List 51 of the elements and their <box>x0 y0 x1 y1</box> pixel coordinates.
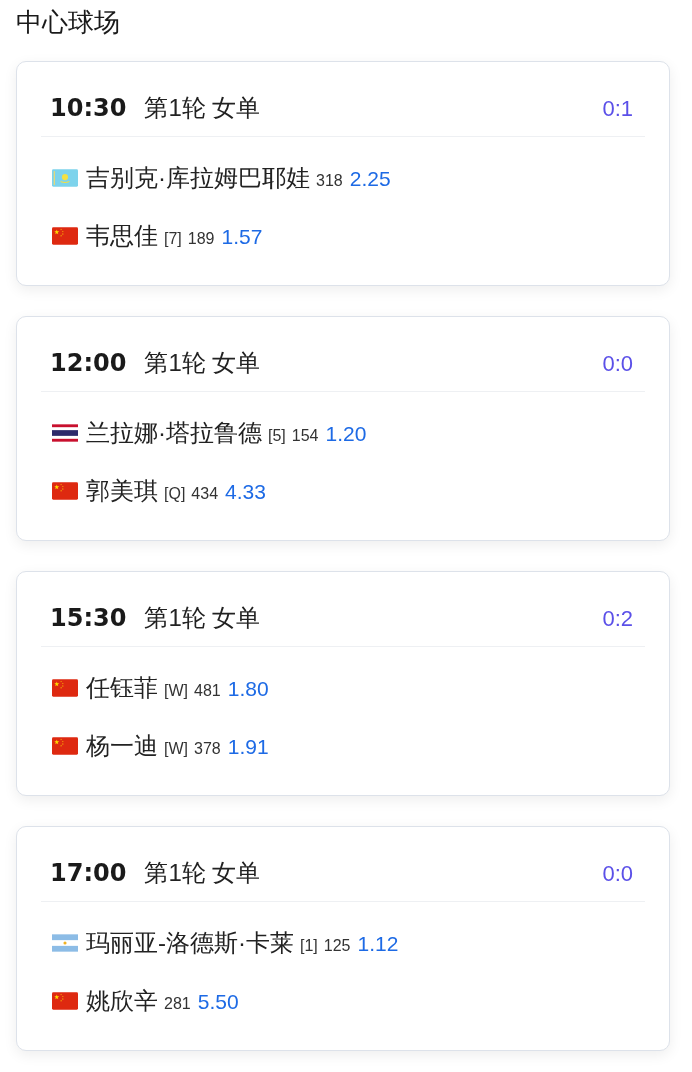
match-time: 15:30 <box>50 603 127 634</box>
seed-label: [1] <box>300 936 318 956</box>
ranking-label: 189 <box>187 229 215 249</box>
odds-label: 1.80 <box>227 676 269 702</box>
odds-label: 1.91 <box>227 734 269 760</box>
player-name: 兰拉娜·塔拉鲁德 <box>86 418 262 448</box>
seed-label: [5] <box>268 426 286 446</box>
seed-label: [Q] <box>164 484 186 504</box>
match-time: 10:30 <box>50 93 127 124</box>
seed-label: [W] <box>164 681 188 701</box>
ranking-label: 434 <box>191 484 219 504</box>
court-title: 中心球场 <box>16 5 120 39</box>
china-flag-icon <box>52 737 78 755</box>
score-label: 0:0 <box>602 859 633 888</box>
ranking-label: 281 <box>164 994 191 1014</box>
ranking-label: 318 <box>316 171 343 191</box>
score-label: 0:2 <box>602 604 633 633</box>
player-name: 吉别克·库拉姆巴耶娃 <box>86 163 310 193</box>
round-label: 第1轮 女单 <box>144 603 261 633</box>
round-label: 第1轮 女单 <box>144 93 261 123</box>
match-time: 12:00 <box>50 348 127 379</box>
odds-label: 1.12 <box>357 931 399 957</box>
ranking-label: 481 <box>194 681 221 701</box>
match-time: 17:00 <box>50 858 127 889</box>
ranking-label: 125 <box>323 936 351 956</box>
china-flag-icon <box>52 992 78 1010</box>
seed-label: [7] <box>164 229 182 249</box>
round-label: 第1轮 女单 <box>144 348 261 378</box>
score-label: 0:1 <box>602 94 633 123</box>
player-name: 玛丽亚-洛德斯·卡莱 <box>86 928 294 958</box>
player-name: 郭美琪 <box>86 476 158 506</box>
odds-label: 4.33 <box>225 479 266 505</box>
thailand-flag-icon <box>52 424 78 442</box>
china-flag-icon <box>52 227 78 245</box>
argentina-flag-icon <box>52 934 78 952</box>
player-name: 韦思佳 <box>86 221 158 251</box>
seed-label: [W] <box>164 739 188 759</box>
ranking-label: 378 <box>194 739 221 759</box>
score-label: 0:0 <box>602 349 633 378</box>
china-flag-icon <box>52 482 78 500</box>
player-name: 杨一迪 <box>86 731 158 761</box>
ranking-label: 154 <box>291 426 319 446</box>
odds-label: 1.57 <box>221 224 263 250</box>
china-flag-icon <box>52 679 78 697</box>
odds-label: 2.25 <box>349 166 391 192</box>
round-label: 第1轮 女单 <box>144 858 261 888</box>
kazakhstan-flag-icon <box>52 169 78 187</box>
player-name: 姚欣辛 <box>86 986 158 1016</box>
player-name: 任钰菲 <box>86 673 158 703</box>
odds-label: 1.20 <box>325 421 367 447</box>
odds-label: 5.50 <box>197 989 239 1015</box>
